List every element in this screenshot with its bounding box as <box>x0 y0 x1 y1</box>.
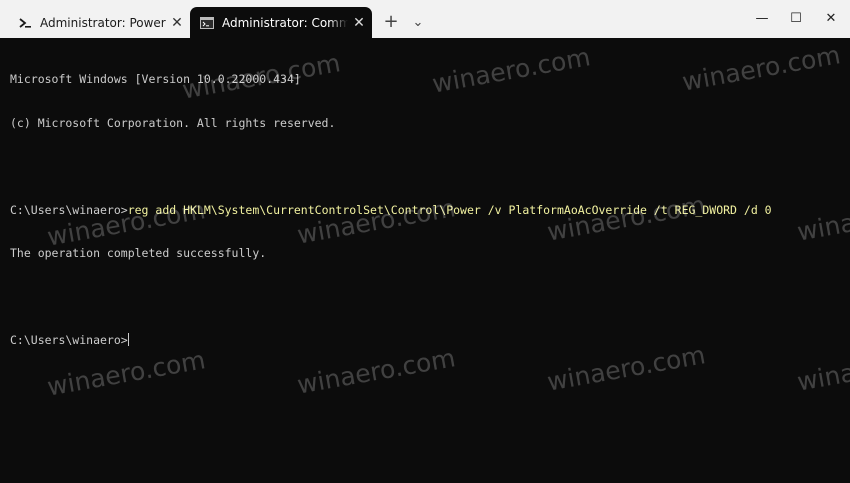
watermark: winaero.com <box>795 340 850 397</box>
text-cursor <box>127 333 129 346</box>
watermark: winaero.com <box>795 190 850 247</box>
command-line: C:\Users\winaero>reg add HKLM\System\Cur… <box>10 203 772 218</box>
tab-title: Administrator: PowerShell <box>40 15 166 30</box>
tab-powershell[interactable]: Administrator: PowerShell ✕ <box>8 7 190 38</box>
current-prompt-line[interactable]: C:\Users\winaero> <box>10 333 772 348</box>
new-tab-button[interactable]: + <box>378 11 404 35</box>
version-line: Microsoft Windows [Version 10.0.22000.43… <box>10 72 301 86</box>
terminal-window: Administrator: PowerShell ✕ Administrato… <box>0 0 850 483</box>
close-tab-icon[interactable]: ✕ <box>166 15 188 31</box>
copyright-line: (c) Microsoft Corporation. All rights re… <box>10 115 336 130</box>
tab-command-prompt[interactable]: Administrator: Command Prompt ✕ <box>190 7 372 38</box>
tab-title: Administrator: Command Prompt <box>222 15 348 30</box>
chevron-down-icon[interactable]: ⌄ <box>406 11 430 35</box>
close-window-button[interactable]: ✕ <box>808 0 850 38</box>
title-bar[interactable]: Administrator: PowerShell ✕ Administrato… <box>0 0 850 39</box>
result-line: The operation completed successfully. <box>10 246 267 260</box>
console-area[interactable]: Microsoft Windows [Version 10.0.22000.43… <box>0 38 850 483</box>
close-tab-icon[interactable]: ✕ <box>348 15 370 31</box>
prompt: C:\Users\winaero> <box>10 333 128 347</box>
command-text: reg add HKLM\System\CurrentControlSet\Co… <box>127 202 772 217</box>
powershell-icon <box>19 17 31 28</box>
prompt: C:\Users\winaero> <box>10 202 128 217</box>
command-prompt-icon <box>200 16 214 29</box>
console-output: Microsoft Windows [Version 10.0.22000.43… <box>10 43 772 377</box>
